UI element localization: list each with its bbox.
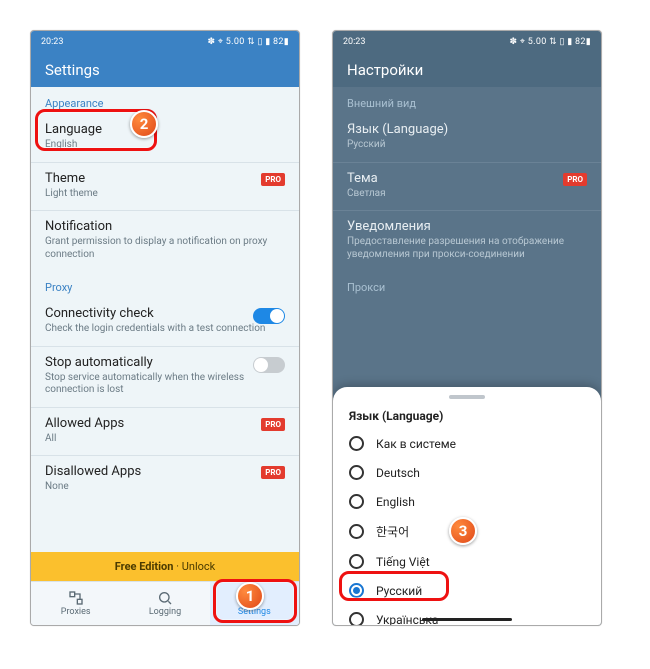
status-indicators: ✽ ⌖ 5.00 ⇅ ▯ ▮ 82▮ (208, 37, 289, 47)
language-option-label: Deutsch (376, 466, 420, 480)
banner-bold: Free Edition (115, 560, 174, 573)
row-theme[interactable]: Тема Светлая PRO (333, 163, 601, 211)
row-language[interactable]: Language English (31, 114, 299, 162)
language-option-label: 한국어 (376, 523, 409, 540)
proxies-icon (68, 590, 84, 606)
row-connectivity-sub: Check the login credentials with a test … (45, 323, 285, 336)
marker-3: 3 (449, 517, 477, 545)
row-notification-title: Notification (45, 219, 285, 234)
nav-logging[interactable]: Logging (120, 582, 209, 625)
row-disallowed-title: Disallowed Apps (45, 464, 285, 479)
marker-2: 2 (130, 110, 158, 138)
logging-icon (157, 590, 173, 606)
pro-badge: PRO (261, 173, 285, 186)
sheet-grabber[interactable] (449, 395, 485, 399)
language-option[interactable]: Українська (333, 605, 601, 625)
row-theme-title: Тема (347, 171, 587, 186)
row-allowed-title: Allowed Apps (45, 416, 285, 431)
radio-icon (349, 494, 364, 509)
row-theme-title: Theme (45, 171, 285, 186)
row-language-sub: Русский (347, 139, 587, 152)
status-time: 20:23 (343, 37, 365, 47)
row-stop-sub: Stop service automatically when the wire… (45, 372, 285, 397)
banner-rest: · Unlock (173, 560, 215, 573)
language-option[interactable]: Как в системе (333, 429, 601, 458)
row-stop-title: Stop automatically (45, 355, 285, 370)
row-notification[interactable]: Уведомления Предоставление разрешения на… (333, 211, 601, 271)
language-option-label: Как в системе (376, 437, 456, 451)
radio-icon (349, 436, 364, 451)
radio-icon (349, 554, 364, 569)
nav-proxies-label: Proxies (61, 607, 91, 617)
language-option-label: English (376, 495, 415, 509)
row-language[interactable]: Язык (Language) Русский (333, 114, 601, 162)
page-title: Настройки (347, 61, 423, 79)
app-bar: Settings (31, 53, 299, 87)
row-notification[interactable]: Notification Grant permission to display… (31, 211, 299, 271)
status-bar: 20:23 ✽ ⌖ 5.00 ⇅ ▯ ▮ 82▮ (31, 31, 299, 53)
row-connectivity[interactable]: Connectivity check Check the login crede… (31, 298, 299, 346)
app-bar: Настройки (333, 53, 601, 87)
section-appearance: Appearance (31, 87, 299, 114)
switch-connectivity[interactable] (253, 308, 285, 324)
row-stop-auto[interactable]: Stop automatically Stop service automati… (31, 347, 299, 407)
page-title: Settings (45, 61, 100, 79)
row-allowed-sub: All (45, 433, 285, 446)
row-connectivity-title: Connectivity check (45, 306, 285, 321)
radio-icon (349, 583, 364, 598)
pro-badge: PRO (261, 466, 285, 479)
language-option-label: Tiếng Việt (376, 555, 430, 569)
marker-1: 1 (236, 582, 264, 610)
language-option-label: Русский (376, 584, 422, 598)
free-edition-banner[interactable]: Free Edition · Unlock (31, 552, 299, 581)
row-theme[interactable]: Theme Light theme PRO (31, 163, 299, 211)
switch-stop-auto[interactable] (253, 357, 285, 373)
section-proxy: Прокси (333, 271, 601, 298)
radio-icon (349, 465, 364, 480)
sheet-title: Язык (Language) (333, 407, 601, 429)
row-disallowed-apps[interactable]: Disallowed Apps None PRO (31, 456, 299, 504)
pro-badge: PRO (261, 418, 285, 431)
row-language-title: Language (45, 122, 285, 137)
status-indicators: ✽ ⌖ 5.00 ⇅ ▯ ▮ 82▮ (510, 37, 591, 47)
language-option[interactable]: Tiếng Việt (333, 547, 601, 576)
row-theme-sub: Light theme (45, 188, 285, 201)
row-allowed-apps[interactable]: Allowed Apps All PRO (31, 408, 299, 456)
row-notification-title: Уведомления (347, 219, 587, 234)
row-notification-sub: Предоставление разрешения на отображение… (347, 236, 587, 261)
phone-left: 20:23 ✽ ⌖ 5.00 ⇅ ▯ ▮ 82▮ Settings Appear… (30, 30, 300, 626)
radio-icon (349, 612, 364, 625)
language-option[interactable]: English (333, 487, 601, 516)
radio-icon (349, 524, 364, 539)
section-appearance: Внешний вид (333, 87, 601, 114)
status-bar: 20:23 ✽ ⌖ 5.00 ⇅ ▯ ▮ 82▮ (333, 31, 601, 53)
row-language-title: Язык (Language) (347, 122, 587, 137)
language-option[interactable]: Deutsch (333, 458, 601, 487)
pro-badge: PRO (563, 173, 587, 186)
language-option[interactable]: Русский (333, 576, 601, 605)
section-proxy: Proxy (31, 271, 299, 298)
row-disallowed-sub: None (45, 481, 285, 494)
row-language-sub: English (45, 139, 285, 152)
nav-logging-label: Logging (149, 607, 181, 617)
nav-proxies[interactable]: Proxies (31, 582, 120, 625)
status-time: 20:23 (41, 37, 63, 47)
home-indicator[interactable] (422, 618, 512, 621)
language-sheet: Язык (Language) Как в системе Deutsch Engl… (333, 387, 601, 625)
row-notification-sub: Grant permission to display a notificati… (45, 236, 285, 261)
row-theme-sub: Светлая (347, 188, 587, 201)
